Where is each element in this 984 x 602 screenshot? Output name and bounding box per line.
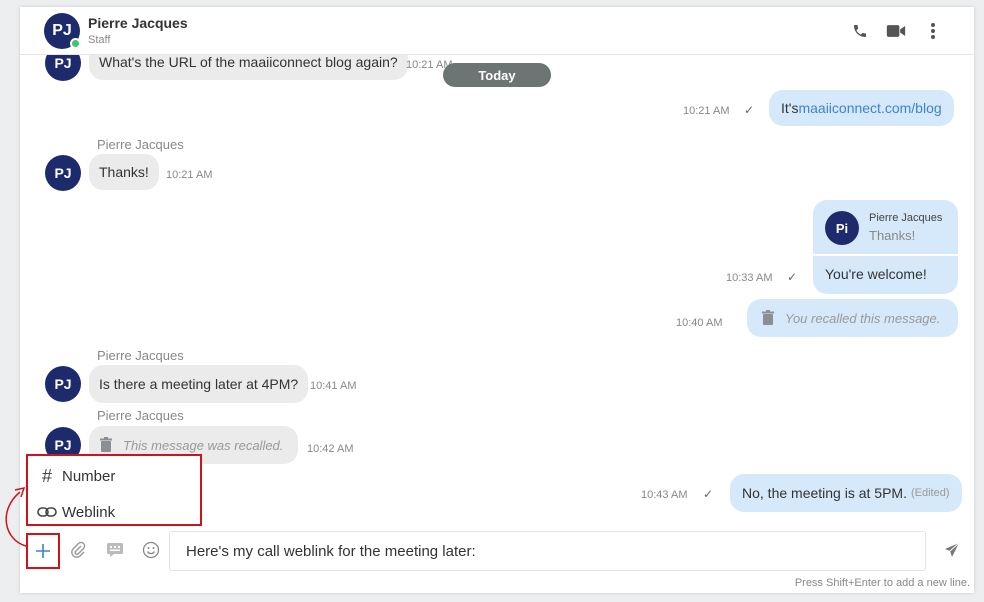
quoted-message[interactable]: Pi Pierre Jacques Thanks!: [813, 200, 958, 256]
message-time: 10:33 AM: [726, 272, 773, 284]
sent-check-icon: ✓: [787, 270, 798, 284]
quoted-avatar: Pi: [825, 211, 859, 245]
sent-check-icon: ✓: [703, 487, 714, 501]
message-time: 10:42 AM: [307, 443, 354, 455]
annotation-arrow: [5, 486, 27, 547]
video-icon[interactable]: [886, 21, 906, 41]
insert-menu: # Number Weblink: [26, 454, 202, 526]
message-time: 10:21 AM: [683, 105, 730, 117]
message-text: It's: [781, 100, 799, 116]
message-text: You're welcome!: [825, 266, 927, 282]
date-divider: Today: [443, 63, 551, 87]
message-input[interactable]: Here's my call weblink for the meeting l…: [169, 531, 926, 571]
quoted-text: Thanks!: [869, 228, 916, 243]
incoming-message[interactable]: Thanks!: [89, 154, 159, 190]
phone-icon[interactable]: [850, 21, 870, 41]
composer-hint: Press Shift+Enter to add a new line.: [794, 577, 970, 589]
trash-icon: [761, 310, 775, 326]
recalled-text: This message was recalled.: [123, 437, 284, 453]
sent-check-icon: ✓: [744, 103, 755, 117]
sender-name: Pierre Jacques: [97, 348, 184, 363]
message-time: 10:40 AM: [676, 317, 723, 329]
menu-item-weblink[interactable]: Weblink: [36, 500, 115, 524]
quick-reply-icon[interactable]: [105, 540, 125, 560]
menu-item-label: Weblink: [62, 503, 116, 521]
outgoing-message[interactable]: It's maaiiconnect.com/blog: [769, 90, 954, 126]
attachment-icon[interactable]: [68, 540, 88, 560]
emoji-icon[interactable]: [141, 540, 161, 560]
message-link[interactable]: maaiiconnect.com/blog: [798, 100, 941, 116]
outgoing-message[interactable]: No, the meeting is at 5PM. (Edited): [730, 474, 962, 512]
edited-label: (Edited): [910, 487, 950, 499]
recalled-text: You recalled this message.: [785, 310, 941, 326]
more-vertical-icon[interactable]: [923, 21, 943, 41]
sender-name: Pierre Jacques: [97, 137, 184, 152]
sender-name: Pierre Jacques: [97, 408, 184, 423]
online-status-dot: [70, 38, 81, 49]
quoted-sender: Pierre Jacques: [869, 212, 943, 224]
message-text: No, the meeting is at 5PM.: [742, 485, 907, 501]
message-time: 10:43 AM: [641, 489, 688, 501]
contact-role: Staff: [88, 34, 111, 46]
chat-header: PJ Pierre Jacques Staff: [20, 7, 974, 55]
message-composer: Here's my call weblink for the meeting l…: [20, 529, 974, 593]
message-time: 10:41 AM: [310, 380, 357, 392]
trash-icon: [99, 437, 113, 453]
message-time: 10:21 AM: [166, 169, 213, 181]
send-icon[interactable]: [942, 540, 962, 560]
contact-name: Pierre Jacques: [88, 15, 188, 31]
sender-avatar[interactable]: PJ: [45, 155, 81, 191]
recalled-message[interactable]: You recalled this message.: [747, 299, 958, 337]
sender-avatar[interactable]: PJ: [45, 366, 81, 402]
chat-panel: PJ Pierre Jacques Staff PJ What's the UR…: [20, 7, 974, 593]
menu-item-label: Number: [62, 467, 116, 485]
message-list[interactable]: PJ What's the URL of the maaiiconnect bl…: [20, 7, 974, 527]
incoming-message[interactable]: Is there a meeting later at 4PM?: [89, 365, 309, 403]
outgoing-reply-message[interactable]: Pi Pierre Jacques Thanks! You're welcome…: [813, 200, 958, 294]
menu-item-number[interactable]: # Number: [36, 464, 115, 488]
